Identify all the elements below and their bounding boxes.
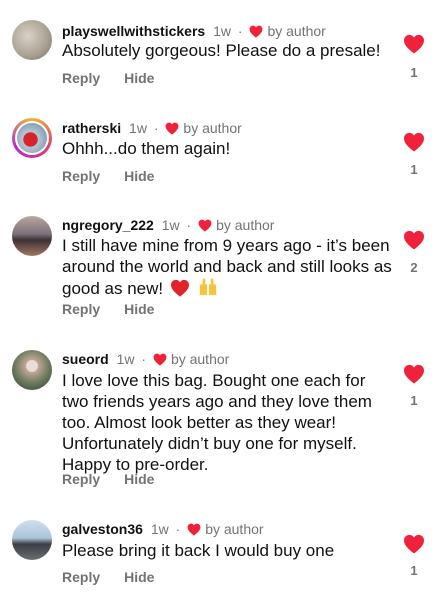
comment-text: Please bring it back I would buy one (62, 541, 335, 560)
hide-button[interactable]: Hide (124, 301, 154, 317)
reply-button[interactable]: Reply (62, 471, 100, 487)
hide-button[interactable]: Hide (124, 168, 154, 184)
comment-meta: galveston36 1w · by author (62, 520, 264, 538)
like-count: 1 (410, 162, 418, 177)
timestamp: 1w (161, 217, 180, 233)
separator-dot: · (237, 23, 243, 39)
reply-button[interactable]: Reply (62, 569, 100, 585)
comment-meta: ngregory_222 1w · by author (62, 216, 274, 234)
separator-dot: · (186, 217, 192, 233)
comment-actions: Reply Hide (62, 70, 178, 86)
like-count: 1 (410, 563, 418, 578)
reply-button[interactable]: Reply (62, 70, 100, 86)
raised-hands-emoji (199, 278, 216, 296)
username[interactable]: ngregory_222 (62, 217, 154, 233)
comment-text: Ohhh...do them again! (62, 139, 231, 158)
reply-button[interactable]: Reply (62, 301, 100, 317)
separator-dot: · (175, 521, 181, 537)
comment-text: Absolutely gorgeous! Please do a presale… (62, 41, 381, 60)
hide-button[interactable]: Hide (124, 569, 154, 585)
comment-meta: ratherski 1w · by author (62, 119, 242, 137)
like-count: 1 (410, 393, 418, 408)
separator-dot: · (153, 120, 159, 136)
like-button[interactable] (402, 364, 426, 389)
comment-actions: Reply Hide (62, 301, 178, 317)
comment-text-body: I still have mine from 9 years ago - it’… (62, 236, 392, 298)
by-author-label: by author (205, 521, 264, 537)
heart-filled-icon (404, 364, 424, 384)
comment-actions: Reply Hide (62, 168, 178, 184)
reply-button[interactable]: Reply (62, 168, 100, 184)
by-author-label: by author (183, 120, 242, 136)
comment-actions: Reply Hide (62, 569, 178, 585)
avatar[interactable] (12, 216, 52, 256)
username[interactable]: galveston36 (62, 521, 143, 537)
by-author-label: by author (216, 217, 275, 233)
heart-filled-icon (404, 230, 424, 250)
timestamp: 1w (150, 521, 169, 537)
like-count: 1 (410, 65, 418, 80)
like-count: 2 (410, 260, 418, 275)
heart-filled-icon (404, 534, 424, 554)
username[interactable]: playswellwithstickers (62, 23, 205, 39)
red-heart-emoji (170, 279, 189, 297)
timestamp: 1w (129, 120, 147, 136)
author-heart-icon (198, 219, 212, 232)
comment-meta: sueord 1w · by author (62, 350, 229, 368)
comment-meta: playswellwithstickers 1w · by author (62, 22, 326, 40)
by-author-label: by author (267, 23, 326, 39)
heart-filled-icon (404, 132, 424, 152)
separator-dot: · (141, 351, 147, 367)
avatar[interactable] (12, 118, 52, 158)
timestamp: 1w (116, 351, 135, 367)
by-author-label: by author (170, 351, 230, 367)
timestamp: 1w (213, 23, 231, 39)
comment-text: I still have mine from 9 years ago - it’… (62, 235, 407, 299)
like-button[interactable] (402, 230, 426, 255)
like-button[interactable] (402, 34, 426, 59)
like-button[interactable] (402, 132, 426, 157)
username[interactable]: sueord (62, 351, 109, 367)
heart-filled-icon (404, 34, 424, 54)
avatar[interactable] (12, 520, 52, 560)
hide-button[interactable]: Hide (124, 471, 154, 487)
author-heart-icon (250, 25, 263, 38)
author-heart-icon (187, 523, 201, 536)
avatar[interactable] (12, 350, 52, 390)
like-button[interactable] (402, 534, 426, 559)
author-heart-icon (165, 122, 179, 135)
comment-actions: Reply Hide (62, 471, 178, 487)
username[interactable]: ratherski (62, 120, 121, 136)
comment-text: I love love this bag. Bought one each fo… (62, 371, 372, 474)
hide-button[interactable]: Hide (124, 70, 154, 86)
avatar[interactable] (12, 20, 52, 60)
author-heart-icon (153, 353, 167, 366)
